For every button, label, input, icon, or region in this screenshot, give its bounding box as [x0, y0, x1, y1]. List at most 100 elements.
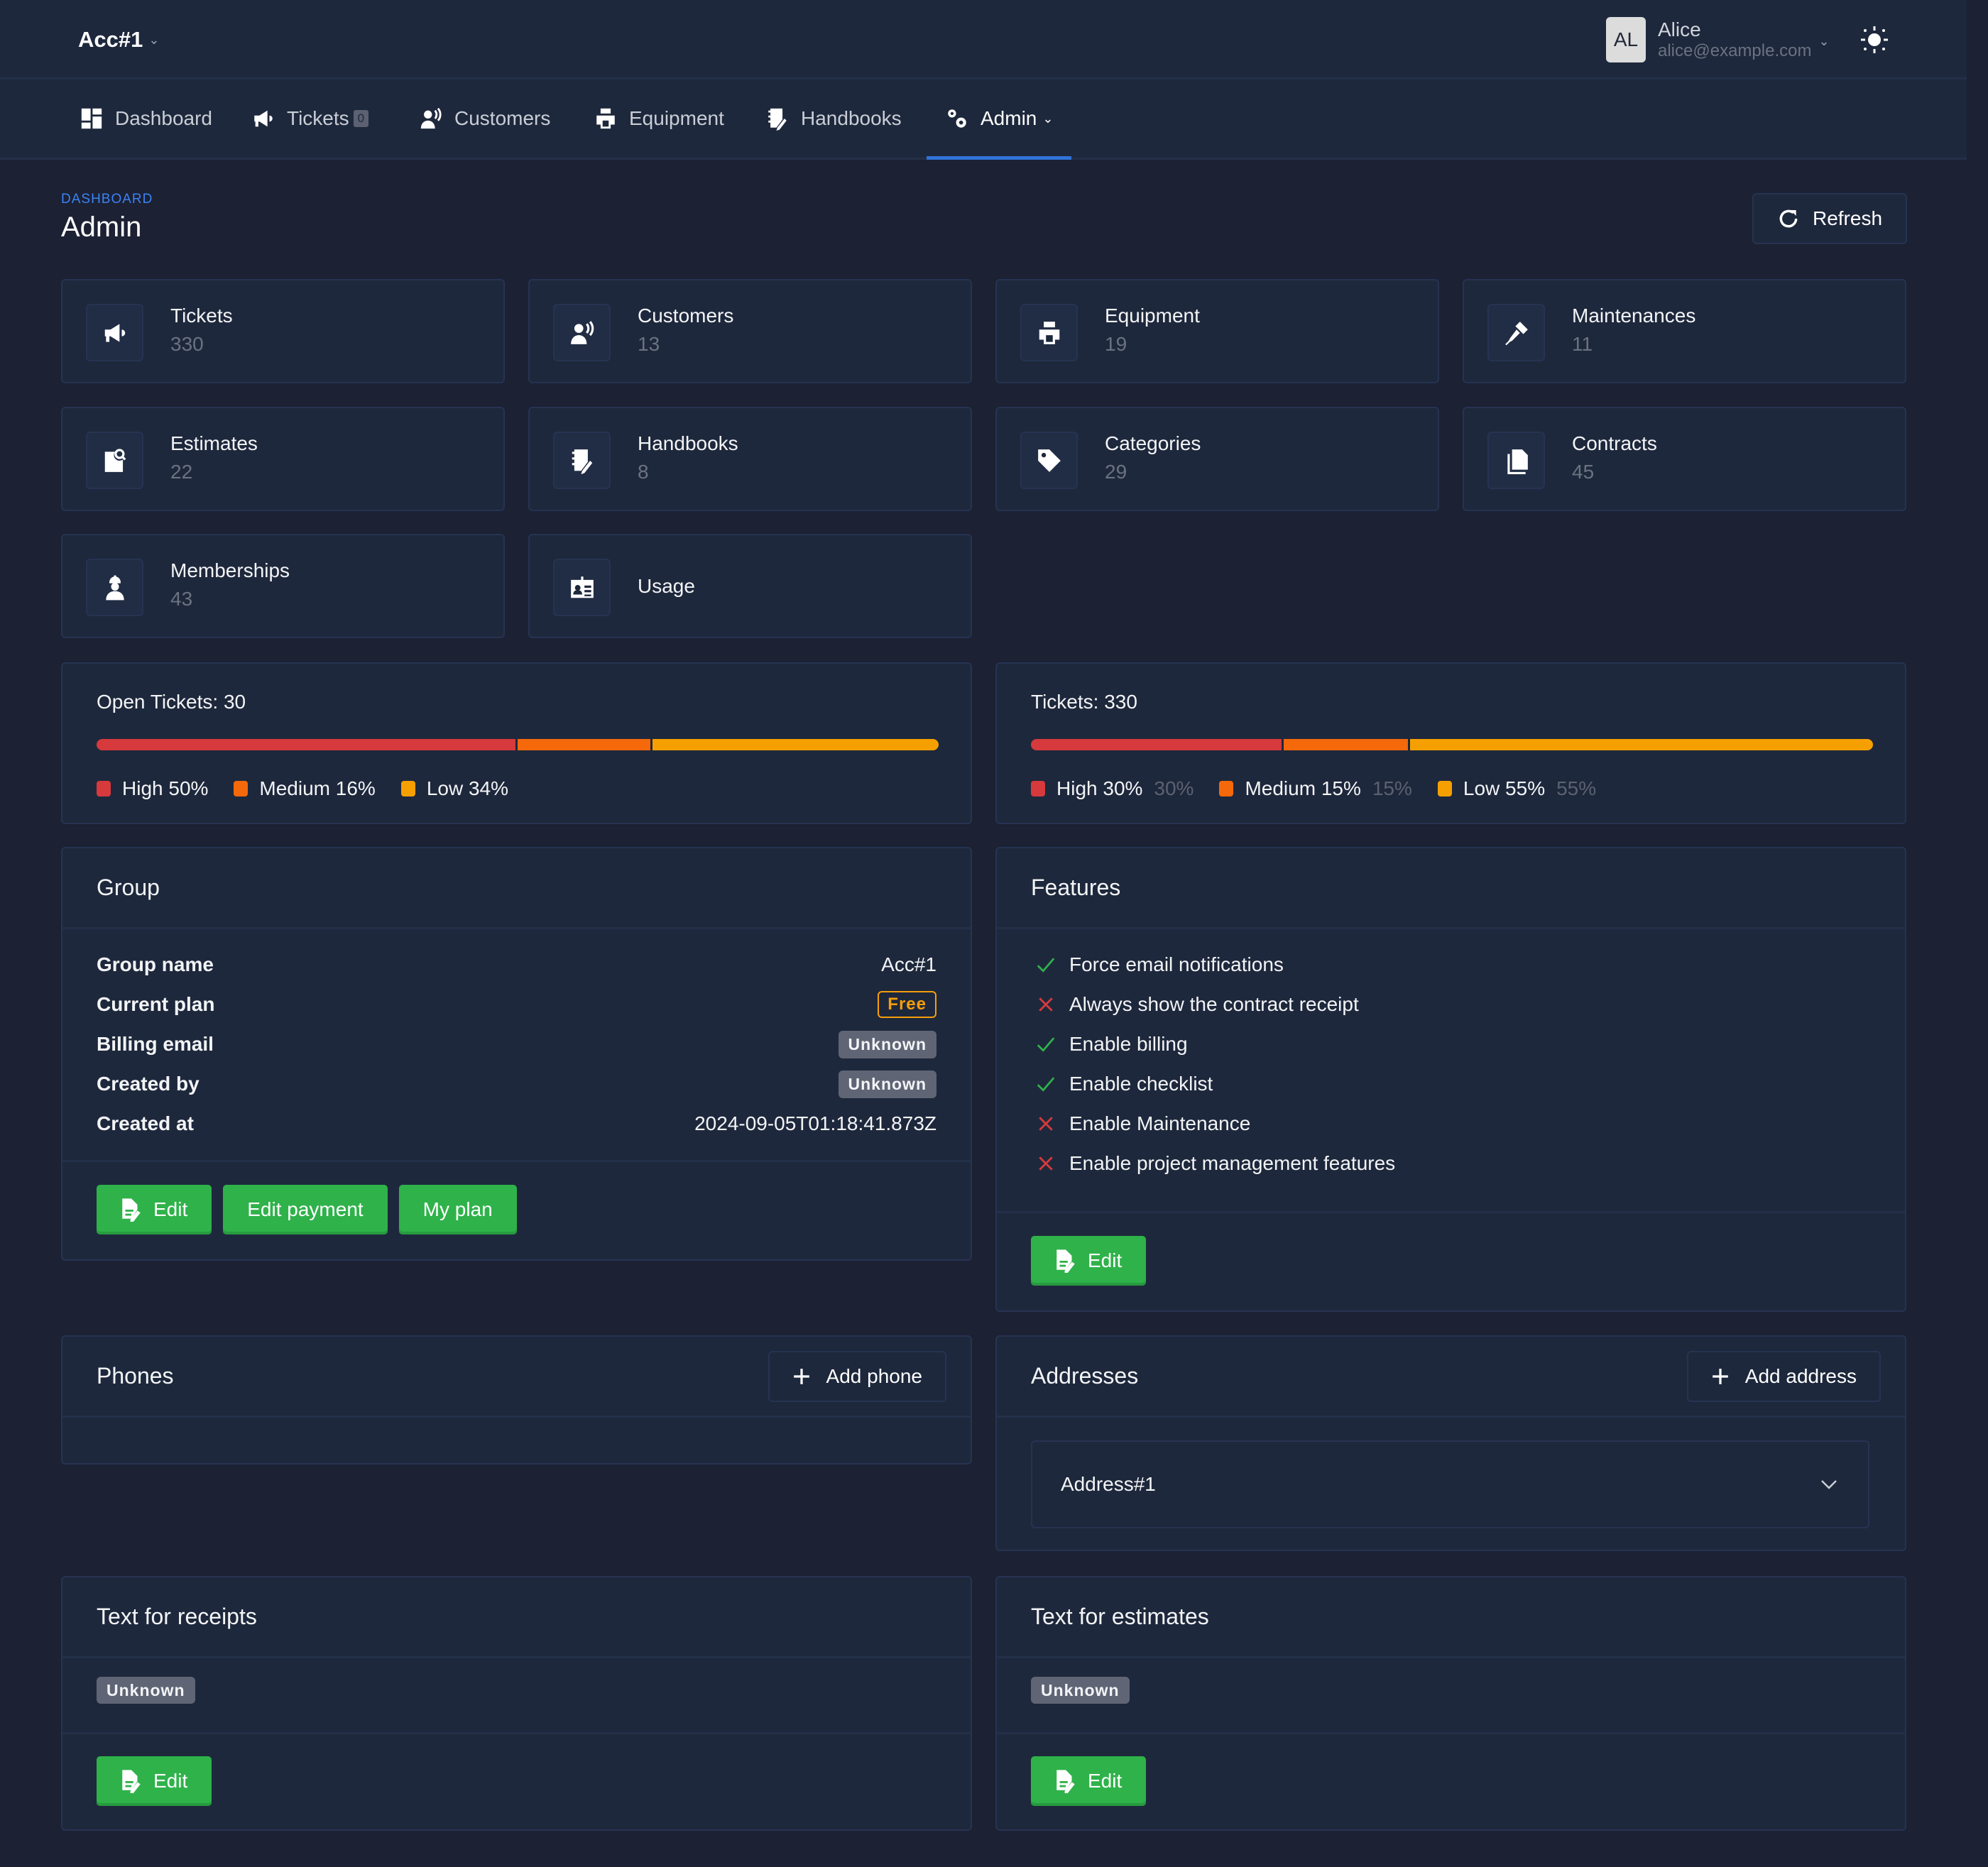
edit-document-icon — [1055, 1769, 1076, 1793]
nav-label: Dashboard — [115, 107, 212, 129]
group-row-plan: Current plan Free — [62, 985, 971, 1024]
breadcrumb[interactable]: DASHBOARD — [61, 192, 153, 207]
row-value: Acc#1 — [881, 953, 936, 975]
button-label: Add address — [1744, 1364, 1857, 1387]
stat-value: 11 — [1572, 333, 1593, 355]
status-badge: Unknown — [838, 1030, 936, 1058]
feature-item: Enable project management features — [997, 1144, 1905, 1183]
stat-value: 13 — [638, 333, 660, 355]
stat-label: Memberships — [170, 559, 290, 581]
all-tickets-card: Tickets: 330 High 30% 30% Medium 15% 15% Low… — [995, 662, 1906, 824]
nav-label: Tickets — [287, 107, 349, 129]
edit-group-button[interactable]: Edit — [97, 1185, 212, 1234]
check-icon — [1037, 1077, 1055, 1092]
all-tickets-legend: High 30% 30% Medium 15% 15% Low 55% 55% — [1031, 777, 1622, 800]
legend-label: Medium 16% — [259, 777, 376, 799]
progress-segment — [652, 739, 939, 750]
stat-card-estimates[interactable]: Estimates 22 — [61, 407, 505, 511]
stat-label: Maintenances — [1572, 305, 1696, 327]
feature-label: Force email notifications — [1069, 953, 1284, 975]
plan-badge: Free — [878, 991, 936, 1018]
status-badge: Unknown — [1031, 1677, 1130, 1704]
legend-secondary-value: 15% — [1372, 777, 1412, 799]
my-plan-button[interactable]: My plan — [398, 1185, 517, 1234]
page-scrollbar[interactable] — [1967, 0, 1988, 1867]
progress-segment — [1031, 739, 1284, 750]
edit-features-button[interactable]: Edit — [1031, 1236, 1147, 1286]
chevron-down-icon: ⌄ — [148, 32, 160, 47]
stat-card-customers[interactable]: Customers 13 — [528, 279, 972, 383]
group-title: Group — [97, 875, 160, 900]
stat-value: 45 — [1572, 461, 1595, 483]
file-search-icon — [102, 447, 129, 474]
chevron-down-icon: ⌄ — [1042, 111, 1054, 126]
nav-label: Customers — [454, 107, 551, 129]
edit-receipts-button[interactable]: Edit — [97, 1756, 212, 1806]
feature-label: Always show the contract receipt — [1069, 993, 1359, 1015]
tag-icon — [1036, 447, 1063, 474]
stat-card-contracts[interactable]: Contracts 45 — [1463, 407, 1906, 511]
feature-item: Always show the contract receipt — [997, 985, 1905, 1024]
legend-swatch — [97, 781, 111, 796]
legend-swatch — [400, 781, 415, 796]
chevron-down-icon — [1821, 1480, 1837, 1489]
megaphone-icon — [251, 106, 275, 131]
stat-card-equipment[interactable]: Equipment 19 — [995, 279, 1439, 383]
receipts-title: Text for receipts — [97, 1604, 257, 1629]
progress-segment — [518, 739, 652, 750]
plus-icon — [793, 1368, 809, 1384]
page-title: Admin — [61, 212, 142, 243]
x-icon — [1039, 1117, 1053, 1131]
stat-card-categories[interactable]: Categories 29 — [995, 407, 1439, 511]
legend-swatch — [1219, 781, 1234, 796]
user-menu[interactable]: AL Alice alice@example.com ⌄ — [1606, 17, 1830, 62]
screwdriver-icon — [1503, 319, 1530, 346]
address-accordion-item[interactable]: Address#1 — [1031, 1440, 1869, 1528]
top-bar: Acc#1 ⌄ AL Alice alice@example.com ⌄ — [0, 0, 1967, 80]
group-row-created-at: Created at 2024-09-05T01:18:41.873Z — [62, 1104, 971, 1144]
legend-item: Low 55% 55% — [1437, 777, 1596, 800]
nav-dashboard[interactable]: Dashboard — [80, 80, 212, 158]
edit-estimates-button[interactable]: Edit — [1031, 1756, 1147, 1806]
row-key: Group name — [97, 953, 214, 975]
features-list: Force email notifications Always show the… — [997, 929, 1905, 1213]
nav-label: Equipment — [629, 107, 724, 129]
stat-card-tickets[interactable]: Tickets 330 — [61, 279, 505, 383]
stat-card-handbooks[interactable]: Handbooks 8 — [528, 407, 972, 511]
estimates-text-card: Text for estimates Unknown Edit — [995, 1576, 1906, 1831]
stat-label: Estimates — [170, 432, 258, 454]
edit-document-icon — [1055, 1249, 1076, 1273]
add-phone-button[interactable]: Add phone — [768, 1350, 946, 1402]
nav-tickets[interactable]: Tickets 0 — [251, 80, 369, 158]
open-tickets-title: Open Tickets: 30 — [97, 691, 246, 713]
legend-item: Medium 15% 15% — [1219, 777, 1412, 800]
user-name: Alice — [1658, 18, 1701, 41]
check-icon — [1037, 958, 1055, 973]
features-card: Features Force email notifications Always… — [995, 847, 1906, 1312]
nav-handbooks[interactable]: Handbooks — [765, 80, 902, 158]
stat-card-usage[interactable]: Usage — [528, 534, 972, 638]
stat-card-maintenances[interactable]: Maintenances 11 — [1463, 279, 1906, 383]
nav-equipment[interactable]: Equipment — [594, 80, 724, 158]
legend-item: Low 34% — [400, 777, 508, 800]
main-nav: Dashboard Tickets 0 Customers Equipment … — [0, 80, 1967, 160]
nav-admin[interactable]: Admin ⌄ — [926, 80, 1073, 160]
refresh-button[interactable]: Refresh — [1752, 193, 1907, 244]
add-address-button[interactable]: Add address — [1686, 1350, 1881, 1402]
account-switcher[interactable]: Acc#1 ⌄ — [78, 27, 159, 53]
nav-customers[interactable]: Customers — [419, 80, 550, 158]
x-icon — [1039, 1156, 1053, 1171]
handbook-icon — [765, 106, 790, 131]
legend-item: High 30% 30% — [1031, 777, 1194, 800]
stat-value: 22 — [170, 461, 193, 483]
legend-item: High 50% — [97, 777, 208, 800]
nav-label: Handbooks — [801, 107, 902, 129]
estimates-title: Text for estimates — [1031, 1604, 1209, 1629]
stat-card-memberships[interactable]: Memberships 43 — [61, 534, 505, 638]
features-title: Features — [1031, 875, 1121, 900]
edit-payment-button[interactable]: Edit payment — [223, 1185, 388, 1234]
theme-toggle-button[interactable] — [1860, 26, 1889, 54]
progress-segment — [1283, 739, 1410, 750]
printer-icon — [1036, 319, 1063, 346]
button-label: Edit — [1088, 1249, 1123, 1271]
